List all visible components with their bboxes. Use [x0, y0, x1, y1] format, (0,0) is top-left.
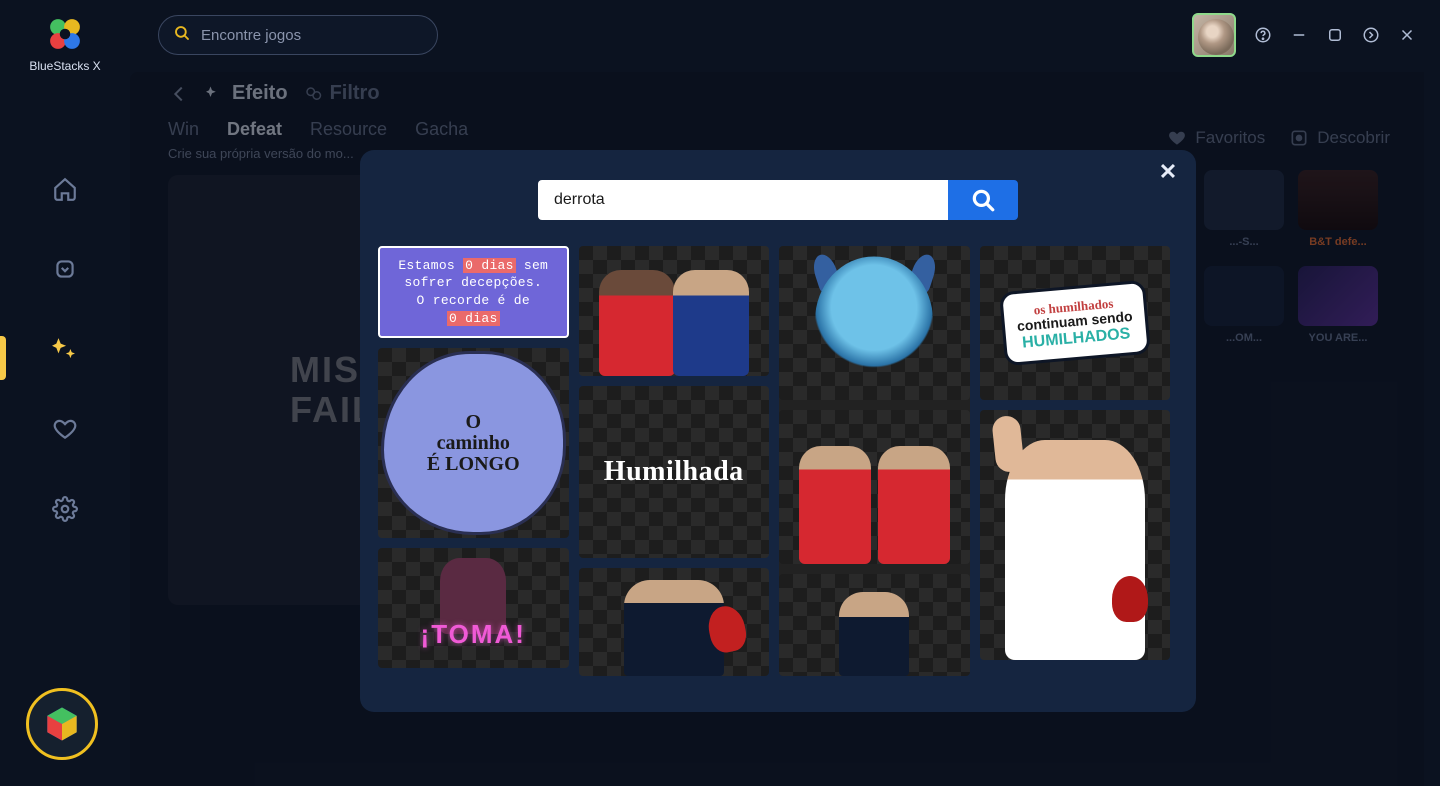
search-icon: [173, 24, 191, 47]
bluestacks-logo-icon: [44, 13, 86, 55]
breadcrumb-filter[interactable]: Filtro: [304, 82, 380, 105]
modal-search-button[interactable]: [948, 180, 1018, 220]
descobrir-button[interactable]: Descobrir: [1289, 128, 1390, 148]
gif-tile-padel-head[interactable]: [779, 574, 970, 676]
modal-search-input[interactable]: [538, 180, 948, 220]
global-search[interactable]: [158, 15, 438, 55]
window-controls: [1192, 13, 1440, 57]
gif-tile-humilhada[interactable]: Humilhada: [579, 386, 770, 558]
thumb-item[interactable]: B&T defe...: [1298, 170, 1378, 248]
user-avatar[interactable]: [1192, 13, 1236, 57]
favoritos-button[interactable]: Favoritos: [1167, 128, 1265, 148]
app-logo-label: BlueStacks X: [29, 59, 100, 73]
sidebar-effects-icon[interactable]: [52, 336, 78, 362]
gif-search-modal: ✕ Estamos 0 dias sem sofrer decepções. O…: [360, 150, 1196, 712]
gif-tile-demon-skull[interactable]: [779, 246, 970, 400]
titlebar: BlueStacks X: [0, 0, 1440, 70]
tab-gacha[interactable]: Gacha: [415, 119, 468, 140]
minimize-icon[interactable]: [1290, 26, 1308, 44]
global-search-input[interactable]: [201, 27, 423, 44]
template-thumbnails: ...-S... B&T defe... ...OM... YOU ARE...: [1204, 170, 1384, 344]
gif-tile-padel[interactable]: [579, 568, 770, 676]
sidebar-settings-icon[interactable]: [52, 496, 78, 522]
thumb-item[interactable]: ...-S...: [1204, 170, 1284, 248]
detach-icon[interactable]: [1362, 26, 1380, 44]
gif-tile-volleyball-red-duo[interactable]: [779, 410, 970, 564]
gif-tile-caminho-longo[interactable]: OcaminhoÉ LONGO: [378, 348, 569, 538]
thumb-item[interactable]: ...OM...: [1204, 266, 1284, 344]
tab-win[interactable]: Win: [168, 119, 199, 140]
breadcrumb-effect[interactable]: Efeito: [206, 82, 288, 105]
app-logo-block: BlueStacks X: [0, 0, 130, 73]
sidebar-store-icon[interactable]: [52, 256, 78, 282]
gif-tile-estamos-0-dias[interactable]: Estamos 0 dias sem sofrer decepções. O r…: [378, 246, 569, 338]
sidebar-favorites-icon[interactable]: [52, 416, 78, 442]
breadcrumb: Efeito Filtro: [168, 82, 1390, 105]
close-icon[interactable]: [1398, 26, 1416, 44]
gif-tile-toma[interactable]: ¡TOMA!: [378, 548, 569, 668]
gif-tile-humilhados-sticker[interactable]: os humilhados continuam sendo HUMILHADOS: [980, 246, 1171, 400]
modal-close-button[interactable]: ✕: [1156, 160, 1180, 184]
sidebar-active-indicator: [0, 336, 6, 380]
back-button[interactable]: [168, 83, 190, 105]
help-icon[interactable]: [1254, 26, 1272, 44]
tab-defeat[interactable]: Defeat: [227, 119, 282, 140]
gif-results[interactable]: Estamos 0 dias sem sofrer decepções. O r…: [378, 246, 1178, 696]
left-sidebar: [0, 86, 130, 786]
tab-resource[interactable]: Resource: [310, 119, 387, 140]
gif-tile-volleyball-duo[interactable]: [579, 246, 770, 376]
thumb-item[interactable]: YOU ARE...: [1298, 266, 1378, 344]
modal-search: [538, 180, 1018, 220]
maximize-icon[interactable]: [1326, 26, 1344, 44]
preview-card-text: MISSFAIL: [190, 350, 386, 429]
gif-tile-thumbs-down-player[interactable]: [980, 410, 1171, 660]
sidebar-home-icon[interactable]: [52, 176, 78, 202]
list-display-controls: Favoritos Descobrir: [1167, 128, 1390, 148]
